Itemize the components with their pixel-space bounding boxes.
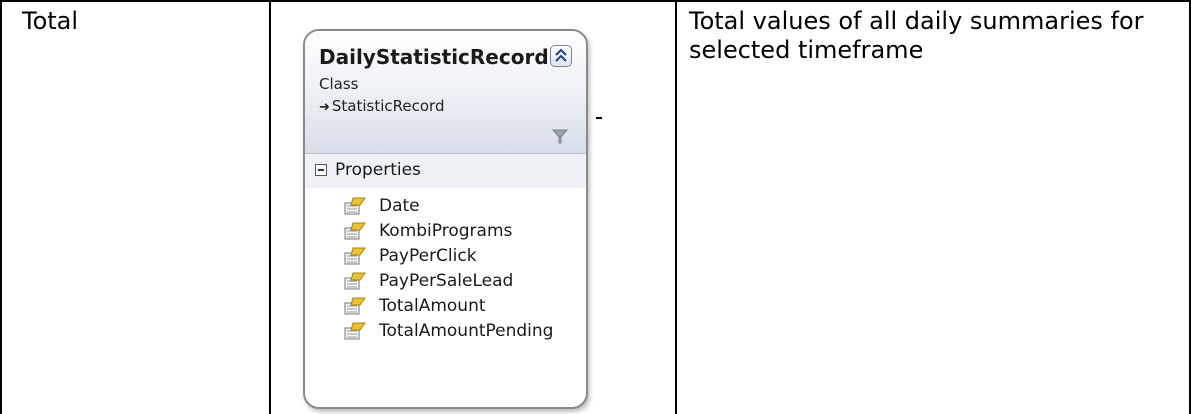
property-icon (344, 247, 366, 264)
list-item[interactable]: PayPerClick (343, 243, 553, 268)
property-icon (344, 197, 366, 214)
property-label: KombiPrograms (379, 220, 513, 241)
property-icon (344, 222, 366, 239)
class-name: DailyStatisticRecord (319, 45, 549, 69)
table-column-divider-1 (269, 0, 271, 414)
row-description: Total values of all daily summaries for … (689, 7, 1144, 64)
section-title: Properties (335, 160, 421, 180)
property-label: TotalAmountPending (379, 320, 554, 341)
collapse-section-icon[interactable] (315, 164, 327, 176)
property-list: Date KombiPrograms PayPerClick PayPerSal… (343, 193, 553, 343)
property-icon (344, 272, 366, 289)
property-label: PayPerClick (379, 245, 477, 266)
list-item[interactable]: Date (343, 193, 553, 218)
properties-section-header[interactable]: Properties (305, 154, 586, 188)
table-border-top (0, 0, 1191, 2)
class-header: DailyStatisticRecord Class ➜ StatisticRec… (305, 31, 586, 154)
row-label: Total (22, 7, 79, 35)
filter-icon[interactable] (552, 128, 568, 144)
connector-stub (596, 117, 602, 119)
table-column-divider-2 (675, 0, 677, 414)
base-class-label: StatisticRecord (331, 97, 445, 115)
list-item[interactable]: PayPerSaleLead (343, 268, 553, 293)
property-label: Date (379, 195, 420, 216)
property-icon (344, 297, 366, 314)
class-kind: Class (319, 75, 359, 93)
collapse-chevrons-icon (555, 48, 567, 62)
property-label: TotalAmount (379, 295, 486, 316)
table-border-left (0, 0, 2, 414)
property-icon (344, 322, 366, 339)
base-class: ➜ StatisticRecord (319, 97, 445, 115)
collapse-button[interactable] (550, 45, 572, 67)
inheritance-arrow-icon: ➜ (319, 100, 330, 115)
property-label: PayPerSaleLead (379, 270, 514, 291)
list-item[interactable]: TotalAmount (343, 293, 553, 318)
list-item[interactable]: KombiPrograms (343, 218, 553, 243)
list-item[interactable]: TotalAmountPending (343, 318, 553, 343)
class-shape[interactable]: DailyStatisticRecord Class ➜ StatisticRec… (303, 29, 588, 409)
